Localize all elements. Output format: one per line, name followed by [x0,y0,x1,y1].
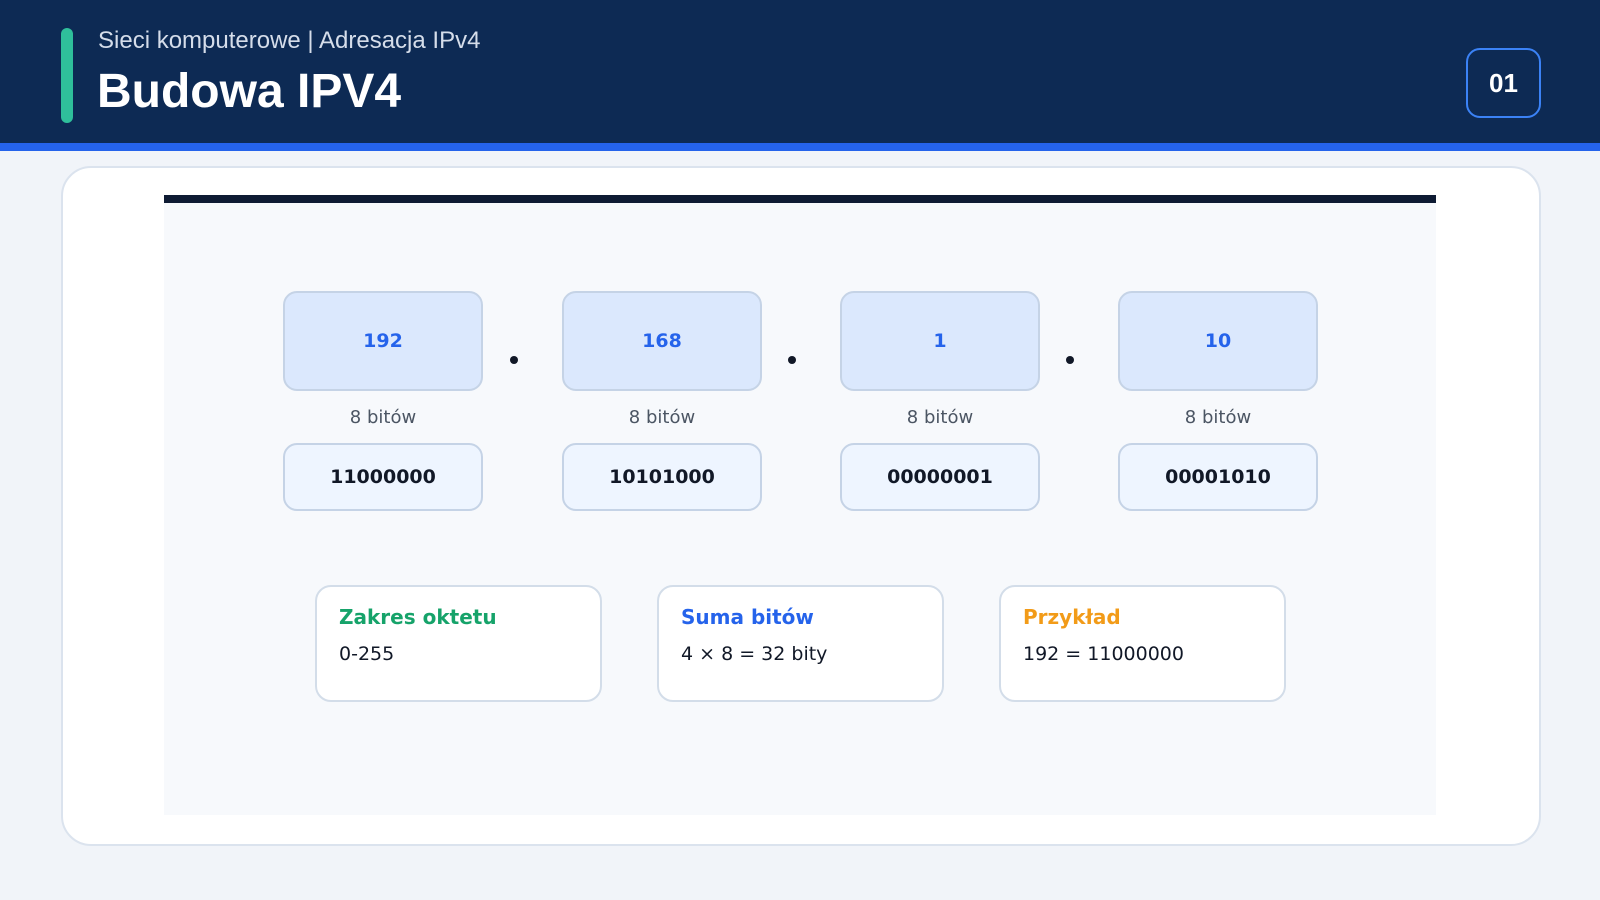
octet-1: 192 8 bitów 11000000 [283,291,483,511]
info-card-title: Przykład [1023,605,1121,629]
header-accent-bar [61,28,73,123]
octet-bits-label: 8 bitów [906,406,974,428]
info-card-title: Zakres oktetu [339,605,497,629]
separator-dot [510,356,518,364]
octet-bits-label: 8 bitów [349,406,417,428]
ipv4-diagram: 192 8 bitów 11000000 168 8 bitów 1010100… [164,195,1436,815]
octet-bits-label: 8 bitów [628,406,696,428]
slide-title: Budowa IPV4 [97,65,402,118]
info-card-value: 0-255 [339,643,395,665]
octet-2: 168 8 bitów 10101000 [562,291,762,511]
octet-decimal-box: 1 [840,291,1040,391]
info-card-bit-sum: Suma bitów 4 × 8 = 32 bity [657,585,944,702]
diagram-top-bar [164,195,1436,203]
octet-decimal-box: 10 [1118,291,1318,391]
info-card-example: Przykład 192 = 11000000 [999,585,1286,702]
header-underline [0,143,1600,151]
octet-binary-box: 11000000 [283,443,483,511]
octet-binary-box: 10101000 [562,443,762,511]
info-card-value: 192 = 11000000 [1023,643,1184,665]
page-number-badge: 01 [1466,48,1541,118]
separator-dot [1066,356,1074,364]
octet-3: 1 8 bitów 00000001 [840,291,1040,511]
octet-decimal-box: 168 [562,291,762,391]
octet-binary-box: 00001010 [1118,443,1318,511]
separator-dot [788,356,796,364]
octet-4: 10 8 bitów 00001010 [1118,291,1318,511]
info-card-octet-range: Zakres oktetu 0-255 [315,585,602,702]
info-card-value: 4 × 8 = 32 bity [681,643,828,665]
octet-decimal-box: 192 [283,291,483,391]
slide-subtitle: Sieci komputerowe | Adresacja IPv4 [98,27,481,54]
octet-bits-label: 8 bitów [1184,406,1252,428]
octet-binary-box: 00000001 [840,443,1040,511]
info-card-title: Suma bitów [681,605,814,629]
